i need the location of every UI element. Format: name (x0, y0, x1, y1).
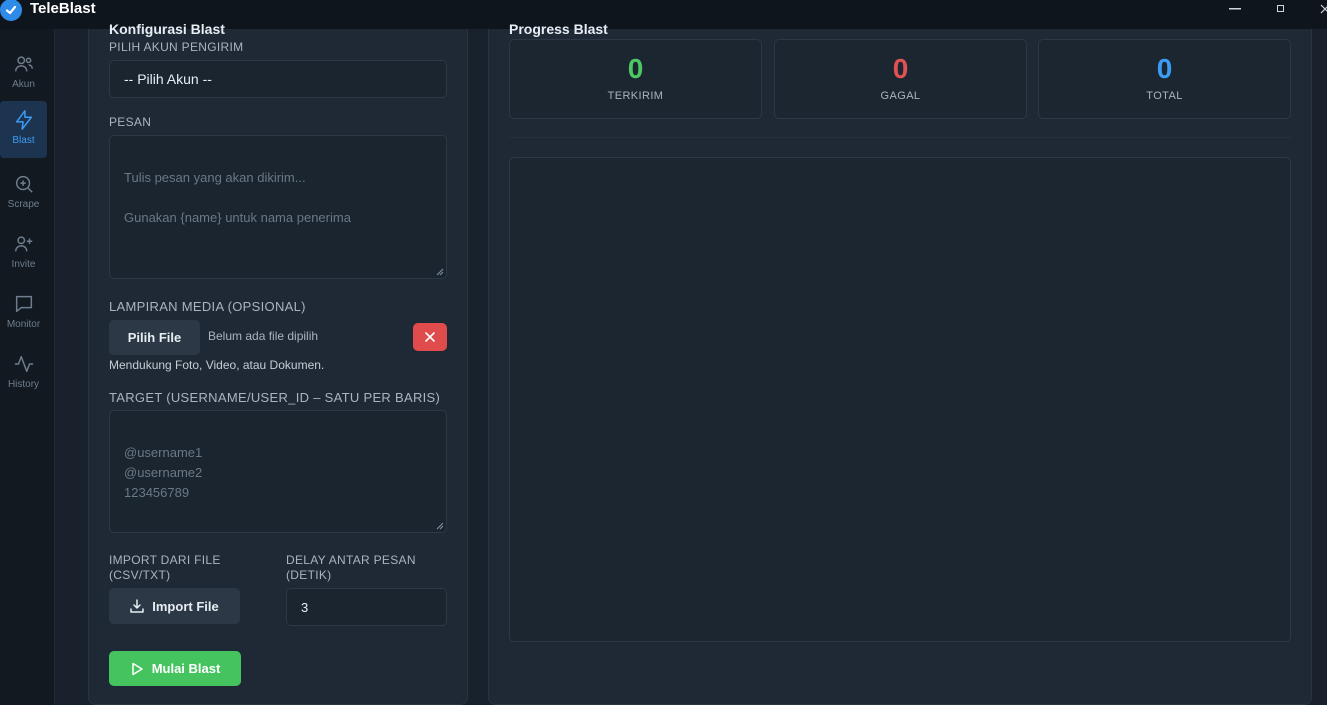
delay-label: DELAY ANTAR PESAN (DETIK) (286, 553, 416, 582)
stat-card-total: 0 TOTAL (1038, 39, 1291, 119)
sidebar-item-label: Invite (11, 259, 36, 270)
target-placeholder: @username1 @username2 123456789 (124, 445, 203, 500)
media-label: LAMPIRAN MEDIA (OPSIONAL) (109, 299, 306, 314)
play-icon (131, 662, 143, 675)
stat-label-total: TOTAL (1146, 90, 1183, 102)
sidebar-item-label: History (7, 379, 40, 390)
lightning-icon (15, 110, 32, 130)
app-title: TeleBlast (30, 0, 96, 17)
sidebar-item-label: Scrape (7, 199, 40, 210)
sidebar-item-invite[interactable]: Invite (0, 225, 47, 282)
sender-select[interactable]: -- Pilih Akun -- (109, 60, 447, 98)
message-placeholder: Tulis pesan yang akan dikirim... Gunakan… (124, 170, 351, 225)
resize-grip-icon[interactable] (436, 268, 444, 276)
stat-value-sent: 0 (627, 53, 644, 84)
download-icon (130, 599, 145, 613)
stat-label-failed: GAGAL (880, 90, 921, 102)
sender-select-value: -- Pilih Akun -- (124, 71, 212, 87)
target-textarea[interactable]: @username1 @username2 123456789 (109, 410, 447, 533)
import-button-label: Import File (152, 598, 219, 614)
maximize-icon (1277, 5, 1284, 12)
message-label: PESAN (109, 115, 152, 129)
close-window-button[interactable] (1310, 0, 1327, 18)
activity-icon (14, 355, 33, 373)
stat-label-sent: TERKIRIM (607, 90, 664, 102)
import-file-button[interactable]: Import File (109, 588, 240, 624)
media-hint: Mendukung Foto, Video, atau Dokumen. (109, 358, 325, 372)
choose-file-button[interactable]: Pilih File (109, 320, 200, 355)
delay-value: 3 (301, 599, 309, 615)
stat-value-total: 0 (1156, 53, 1173, 84)
file-status: Belum ada file dipilih (208, 329, 319, 343)
target-label: TARGET (USERNAME/USER_ID – SATU PER BARI… (109, 390, 441, 405)
maximize-button[interactable] (1266, 0, 1296, 18)
sidebar-item-scrape[interactable]: Scrape (0, 165, 47, 222)
search-zoom-icon (15, 175, 33, 193)
blast-log-area[interactable] (509, 157, 1291, 642)
progress-title: Progress Blast (509, 21, 608, 37)
stat-card-failed: 0 GAGAL (774, 39, 1027, 119)
close-icon (1320, 4, 1327, 14)
sidebar-item-label: Monitor (6, 319, 41, 330)
sidebar-item-history[interactable]: History (0, 345, 47, 402)
start-button-label: Mulai Blast (151, 661, 221, 676)
sidebar-item-blast[interactable]: Blast (0, 101, 47, 158)
close-icon (425, 332, 435, 342)
sidebar: Akun Blast Scrape Invite Monitor History (0, 29, 55, 705)
message-textarea[interactable]: Tulis pesan yang akan dikirim... Gunakan… (109, 135, 447, 279)
sender-label: PILIH AKUN PENGIRIM (109, 40, 244, 54)
import-label: IMPORT DARI FILE (CSV/TXT) (109, 553, 221, 582)
resize-grip-icon[interactable] (436, 522, 444, 530)
divider (509, 137, 1291, 138)
sidebar-item-label: Blast (12, 135, 35, 146)
delay-input[interactable]: 3 (286, 588, 447, 626)
sidebar-item-akun[interactable]: Akun (0, 45, 47, 102)
minimize-button[interactable] (1220, 0, 1250, 18)
sidebar-item-monitor[interactable]: Monitor (0, 285, 47, 342)
config-title: Konfigurasi Blast (109, 21, 225, 37)
sidebar-item-label: Akun (12, 79, 35, 90)
start-blast-button[interactable]: Mulai Blast (109, 651, 241, 686)
minimize-icon (1229, 8, 1241, 10)
chat-icon (15, 295, 32, 313)
user-plus-icon (14, 236, 32, 252)
stat-value-failed: 0 (892, 53, 909, 84)
clear-file-button[interactable] (413, 323, 447, 351)
stat-card-sent: 0 TERKIRIM (509, 39, 762, 119)
check-circle-icon (0, 0, 22, 21)
users-icon (14, 56, 33, 72)
